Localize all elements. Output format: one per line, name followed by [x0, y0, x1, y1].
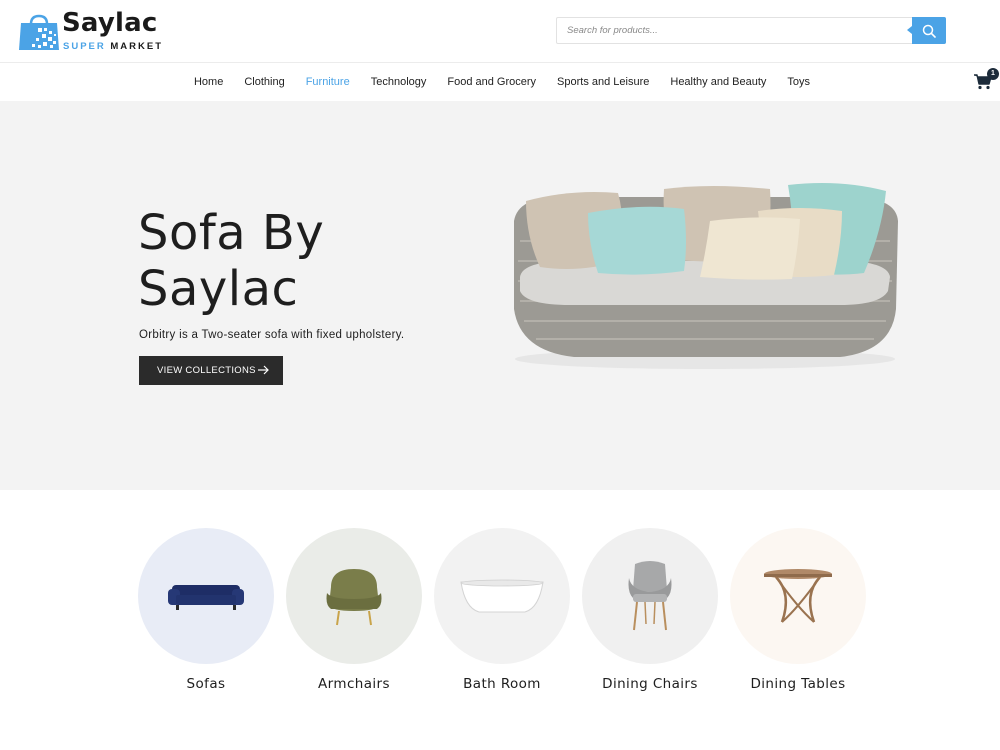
search-icon	[922, 24, 936, 38]
category-dining-chairs[interactable]: Dining Chairs	[582, 528, 718, 698]
category-label: Dining Tables	[750, 676, 846, 692]
main-nav: Home Clothing Furniture Technology Food …	[0, 62, 1000, 101]
hero-subtitle: Orbitry is a Two-seater sofa with fixed …	[139, 329, 405, 341]
cart-button[interactable]: 1	[972, 68, 999, 93]
category-sofas[interactable]: Sofas	[138, 528, 274, 698]
nav-item-toys[interactable]: Toys	[787, 76, 810, 88]
category-circle[interactable]	[286, 528, 422, 664]
cart-count-badge: 1	[987, 68, 999, 80]
armchair-icon	[326, 569, 382, 626]
logo[interactable]: Saylac SUPER MARKET	[18, 8, 161, 54]
nav-item-sports-and-leisure[interactable]: Sports and Leisure	[557, 76, 649, 88]
view-collections-button[interactable]: VIEW COLLECTIONS	[139, 356, 283, 385]
logo-subtitle: SUPER MARKET	[63, 41, 164, 52]
nav-item-technology[interactable]: Technology	[371, 76, 427, 88]
category-dining-tables[interactable]: Dining Tables	[730, 528, 866, 698]
hero-title: Sofa By Saylac	[138, 205, 325, 317]
sofa-image	[514, 183, 898, 369]
category-circle[interactable]	[434, 528, 570, 664]
nav-item-home[interactable]: Home	[194, 76, 223, 88]
search-input[interactable]	[557, 18, 913, 43]
category-armchairs[interactable]: Armchairs	[286, 528, 422, 698]
arrow-right-icon	[258, 365, 269, 375]
nav-item-healthy-and-beauty[interactable]: Healthy and Beauty	[670, 76, 766, 88]
search-button[interactable]	[907, 17, 946, 44]
category-circle[interactable]	[582, 528, 718, 664]
dining-chair-icon	[628, 561, 672, 631]
category-circle[interactable]	[138, 528, 274, 664]
nav-menu: Home Clothing Furniture Technology Food …	[0, 63, 1000, 101]
search-bar	[556, 17, 946, 44]
logo-title: Saylac	[62, 8, 158, 38]
sofa-icon	[168, 585, 244, 610]
nav-item-food-and-grocery[interactable]: Food and Grocery	[447, 76, 536, 88]
nav-item-furniture[interactable]: Furniture	[306, 76, 350, 88]
shopping-bag-icon	[19, 14, 59, 50]
category-list: Sofas Armchairs Bath Room Dining Chairs …	[138, 528, 868, 708]
hero-banner: Sofa By Saylac Orbitry is a Two-seater s…	[0, 101, 1000, 490]
category-bath-room[interactable]: Bath Room	[434, 528, 570, 698]
dining-table-icon	[764, 569, 832, 623]
nav-item-clothing[interactable]: Clothing	[244, 76, 284, 88]
category-circle[interactable]	[730, 528, 866, 664]
bathtub-icon	[460, 579, 544, 613]
site-header: Saylac SUPER MARKET	[0, 0, 1000, 62]
